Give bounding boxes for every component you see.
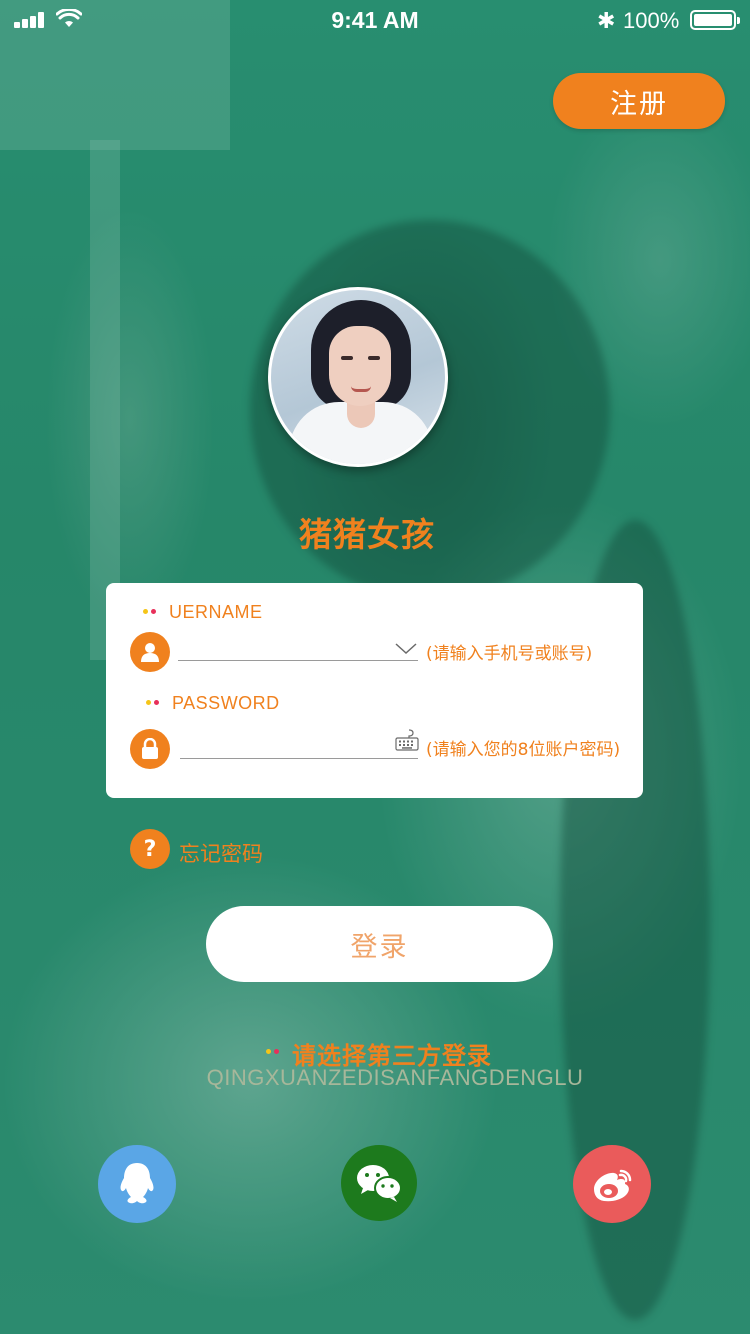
keyboard-icon[interactable] (395, 728, 419, 752)
label-dots-icon (146, 700, 160, 706)
label-dots-icon (143, 609, 157, 615)
forgot-password-link[interactable]: 忘记密码 (179, 838, 263, 868)
password-label: PASSWORD (172, 693, 280, 713)
register-button[interactable]: 注册 (553, 73, 725, 129)
qq-icon (120, 1163, 154, 1204)
qq-login-button[interactable] (98, 1145, 176, 1223)
battery-icon (690, 10, 740, 30)
bluetooth-icon: ✱ (597, 8, 616, 33)
wechat-icon (357, 1165, 402, 1202)
login-button[interactable]: 登录 (206, 906, 553, 982)
battery-percent: 100% (623, 8, 680, 33)
username-input[interactable] (178, 660, 418, 661)
chevron-down-icon[interactable] (395, 642, 417, 656)
third-party-pinyin: QINGXUANZEDISANFANGDENGLU (206, 1065, 584, 1090)
username-hint: (请输入手机号或账号) (426, 644, 593, 664)
profile-name: 猪猪女孩 (299, 515, 435, 554)
status-bar: 9:41 AM ✱ 100% (0, 0, 750, 40)
avatar[interactable] (268, 287, 448, 467)
user-icon (130, 632, 170, 672)
lock-icon (130, 729, 170, 769)
password-hint: (请输入您的8位账户密码) (426, 740, 621, 760)
wechat-login-button[interactable] (341, 1145, 417, 1221)
login-form-card: UERNAME (请输入手机号或账号) PASSWORD (请输入您的8位账户密… (106, 583, 643, 798)
weibo-login-button[interactable] (573, 1145, 651, 1223)
login-screen: 9:41 AM ✱ 100% 注册 猪猪女孩 UERNAME (请输入手机号或账… (0, 0, 750, 1334)
title-dots-icon (266, 1049, 280, 1055)
username-label: UERNAME (169, 602, 263, 622)
weibo-icon (594, 1169, 632, 1202)
question-icon[interactable]: ? (130, 829, 170, 869)
password-input[interactable] (180, 758, 418, 759)
